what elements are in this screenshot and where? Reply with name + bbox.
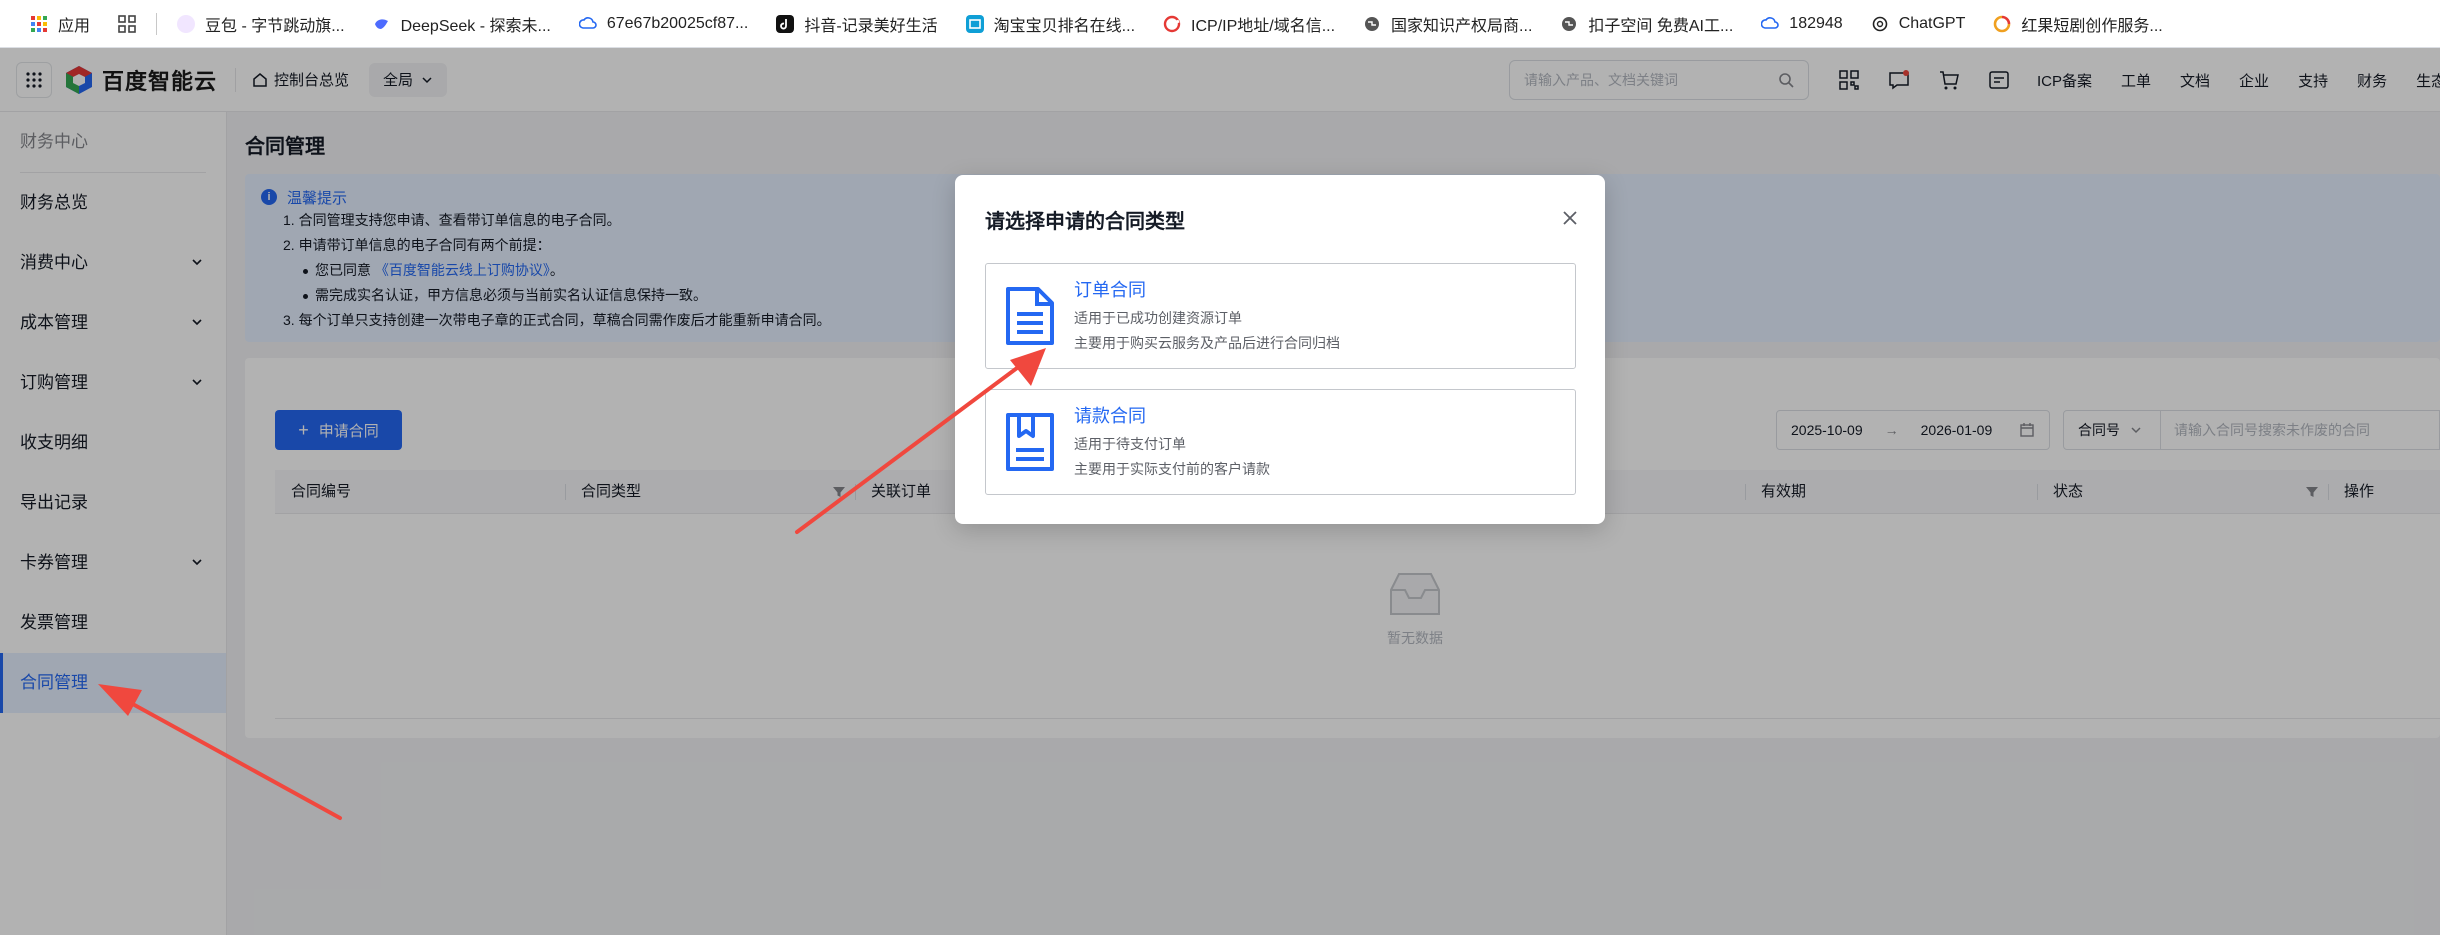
- bookmarks-bar: 应用 豆包 - 字节跳动旗... DeepSeek - 探索未... 67e67…: [0, 0, 2440, 48]
- bookmark-hongguo[interactable]: 红果短剧创作服务...: [1979, 0, 2176, 48]
- bookmark-label: DeepSeek - 探索未...: [400, 17, 551, 35]
- bookmark-label: 182948: [1789, 14, 1843, 32]
- bookmark-grid-button[interactable]: [104, 0, 150, 48]
- option-payment-request-contract[interactable]: 请款合同 适用于待支付订单 主要用于实际支付前的客户请款: [985, 389, 1576, 495]
- dialog-title: 请选择申请的合同类型: [985, 211, 1185, 233]
- hongguo-icon: [1993, 15, 2011, 33]
- deepseek-icon: [373, 15, 391, 33]
- option-desc: 主要用于购买云服务及产品后进行合同归档: [1074, 335, 1340, 351]
- bookmark-deepseek[interactable]: DeepSeek - 探索未...: [359, 0, 565, 48]
- globe-icon: [1560, 15, 1578, 33]
- bookmark-doubao[interactable]: 豆包 - 字节跳动旗...: [163, 0, 359, 48]
- bookmark-cnipa[interactable]: 国家知识产权局商...: [1349, 0, 1546, 48]
- grid-icon: [118, 14, 136, 33]
- bookmark-separator: [156, 12, 158, 35]
- bookmark-label: 67e67b20025cf87...: [606, 14, 749, 32]
- bookmark-label: 红果短剧创作服务...: [2021, 17, 2163, 35]
- option-title: 订单合同: [1074, 280, 1146, 300]
- option-desc: 适用于待支付订单: [1074, 436, 1186, 452]
- option-order-contract[interactable]: 订单合同 适用于已成功创建资源订单 主要用于购买云服务及产品后进行合同归档: [985, 263, 1576, 369]
- bookmark-apps[interactable]: 应用: [16, 0, 104, 48]
- cloud-icon: [1760, 15, 1780, 33]
- bookmark-label: 国家知识产权局商...: [1391, 17, 1533, 35]
- bookmark-label: 扣子空间 免费AI工...: [1588, 17, 1734, 35]
- chatgpt-icon: [1871, 15, 1889, 33]
- apps-grid-icon: [30, 15, 48, 33]
- bookmark-icp[interactable]: ICP/IP地址/域名信...: [1149, 0, 1349, 48]
- bookmark-douyin[interactable]: 抖音-记录美好生活: [762, 0, 951, 48]
- bookmark-label: ChatGPT: [1898, 14, 1966, 32]
- bookmark-label: 豆包 - 字节跳动旗...: [205, 17, 345, 35]
- bookmark-chatgpt[interactable]: ChatGPT: [1857, 0, 1980, 48]
- bookmark-taobao-rank[interactable]: 淘宝宝贝排名在线...: [952, 0, 1149, 48]
- cloud-icon: [578, 15, 597, 33]
- document-icon: [1006, 287, 1054, 345]
- shop-icon: [965, 14, 984, 33]
- contract-type-dialog: 请选择申请的合同类型 订单合同 适用于已成功创建资源订单 主要用于购买云服务及产…: [955, 175, 1605, 524]
- option-desc: 主要用于实际支付前的客户请款: [1074, 461, 1270, 477]
- bookmark-label: 抖音-记录美好生活: [804, 17, 938, 35]
- bookmark-182948[interactable]: 182948: [1747, 0, 1856, 48]
- globe-icon: [1363, 15, 1381, 33]
- douyin-icon: [776, 14, 795, 33]
- doubao-icon: [177, 14, 196, 33]
- icp-icon: [1163, 15, 1181, 33]
- close-icon[interactable]: [1561, 209, 1579, 227]
- bookmark-document-icon: [1006, 413, 1054, 471]
- bookmark-kouzi[interactable]: 扣子空间 免费AI工...: [1546, 0, 1747, 48]
- option-title: 请款合同: [1074, 406, 1146, 426]
- bookmark-label: 淘宝宝贝排名在线...: [993, 17, 1136, 35]
- bookmark-cloud-hash[interactable]: 67e67b20025cf87...: [565, 0, 762, 48]
- bookmark-label: ICP/IP地址/域名信...: [1191, 17, 1336, 35]
- option-desc: 适用于已成功创建资源订单: [1074, 310, 1242, 326]
- bookmark-label: 应用: [58, 17, 91, 35]
